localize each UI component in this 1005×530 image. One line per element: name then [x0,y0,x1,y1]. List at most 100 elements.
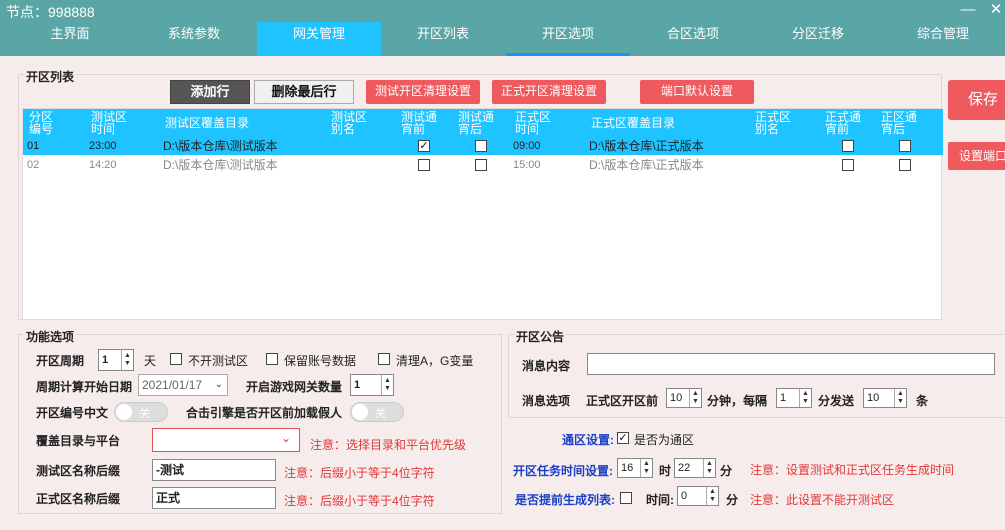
table-row[interactable]: 01 23:00 D:\版本仓库\测试版本 ✓ 09:00 D:\版本仓库\正式… [23,137,943,155]
cycle-stepper[interactable]: 1 [98,346,134,374]
tab-zone-options[interactable]: 开区选项 [506,22,630,56]
cell-formal-dir[interactable]: D:\版本仓库\正式版本 [589,137,704,155]
col-test-alias: 测试区 别名 [331,110,368,136]
add-row-button[interactable]: 添加行 [170,80,250,104]
tab-system-params[interactable]: 系统参数 [132,22,256,56]
message-options-label: 消息选项 [522,394,571,408]
task-time-warning: 注意：设置测试和正式区任务生成时间 [750,463,955,477]
minimize-icon[interactable]: — [960,0,976,20]
hour-unit: 时 [659,464,672,478]
port-default-button[interactable]: 端口默认设置 [640,80,754,104]
cell-test-dir[interactable]: D:\版本仓库\测试版本 [163,137,278,155]
tongqu-label: 通区设置: [562,433,614,447]
keep-account-label: 保留账号数据 [284,354,357,368]
pregen-minute-stepper[interactable]: 0 [677,483,719,509]
formal-after-checkbox[interactable] [899,140,911,152]
minute-every-label: 分钟，每隔 [707,394,768,408]
cell-formal-time[interactable]: 15:00 [513,156,541,174]
test-after-checkbox[interactable] [475,140,487,152]
col-formal-alias: 正式区 别名 [755,110,792,136]
notice-title: 开区公告 [514,328,567,345]
fake-player-label: 合击引擎是否开区前加载假人 [186,406,343,420]
task-hour-stepper[interactable]: 16 [617,455,653,481]
set-port-button[interactable]: 设置端口 [948,142,1005,170]
tab-zone-migrate[interactable]: 分区迁移 [756,22,880,56]
zone-cn-toggle[interactable]: 关 [114,402,168,422]
col-formal-after: 正区通 宵后 [881,110,918,136]
task-time-label: 开区任务时间设置: [513,464,613,478]
cell-formal-dir[interactable]: D:\版本仓库\正式版本 [589,156,704,174]
chevron-down-icon: ⌄ [280,431,291,445]
tab-merge-options[interactable]: 合区选项 [631,22,755,56]
before-open-stepper[interactable]: 10 [666,385,702,411]
formal-suffix-label: 正式区名称后缀 [36,492,121,506]
minute-send-label: 分发送 [818,394,855,408]
gateway-count-label: 开启游戏网关数量 [246,380,343,394]
test-suffix-warning: 注意：后缀小于等于4位字符 [284,466,435,480]
title-bar: 节点：998888 — ✕ 主界面 系统参数 网关管理 开区列表 开区选项 合区… [0,0,1005,56]
clear-ag-checkbox[interactable] [378,353,390,365]
table-row[interactable]: 02 14:20 D:\版本仓库\测试版本 15:00 D:\版本仓库\正式版本 [23,156,943,174]
cell-zone-no: 01 [27,140,40,152]
col-formal-time: 正式区 时间 [515,110,552,136]
task-minute-stepper[interactable]: 22 [674,455,716,481]
start-date-label: 周期计算开始日期 [36,380,133,394]
keep-account-checkbox[interactable] [266,353,278,365]
formal-after-checkbox[interactable] [899,159,911,171]
before-open-label: 正式区开区前 [586,394,659,408]
chevron-down-icon: ⌄ [214,379,223,390]
cell-test-time[interactable]: 14:20 [89,156,117,174]
zone-cn-label: 开区编号中文 [36,406,109,420]
tab-gateway[interactable]: 网关管理 [257,22,381,56]
every-stepper[interactable]: 1 [776,385,812,411]
function-options-title: 功能选项 [24,328,77,345]
fake-player-toggle[interactable]: 关 [350,402,404,422]
close-icon[interactable]: ✕ [988,0,1004,20]
pregen-minute-unit: 分 [726,493,739,507]
message-content-label: 消息内容 [522,359,571,373]
cell-zone-no: 02 [27,159,40,171]
cycle-unit: 天 [144,354,157,368]
tongqu-text: 是否为通区 [634,433,695,447]
tab-general[interactable]: 综合管理 [881,22,1005,56]
cell-test-time[interactable]: 23:00 [89,137,117,155]
cover-dir-warning: 注意：选择目录和平台优先级 [310,438,467,452]
cover-dir-select[interactable]: ⌄ [152,428,300,452]
no-test-label: 不开测试区 [188,354,249,368]
col-test-before: 测试通 宵前 [401,110,438,136]
test-before-checkbox[interactable] [418,159,430,171]
test-clean-settings-button[interactable]: 测试开区清理设置 [366,80,480,104]
col-test-dir: 测试区覆盖目录 [165,116,250,130]
no-test-checkbox[interactable] [170,353,182,365]
message-content-input[interactable] [587,353,995,375]
gateway-count-stepper[interactable]: 1 [350,371,394,399]
formal-before-checkbox[interactable] [842,140,854,152]
grid-header: 分区 编号 测试区 时间 测试区覆盖目录 测试区 别名 测试通 宵前 测试通 宵后 正式区… [23,109,943,137]
col-test-time: 测试区 时间 [91,110,128,136]
tab-main[interactable]: 主界面 [8,22,132,56]
pregen-checkbox[interactable] [620,492,632,504]
start-date-picker[interactable]: 2021/01/17 ⌄ [138,374,228,396]
test-suffix-input[interactable]: -测试 [152,459,276,481]
formal-suffix-input[interactable]: 正式 [152,487,276,509]
pregen-warning: 注意：此设置不能开测试区 [750,493,895,507]
save-button[interactable]: 保存 [948,80,1005,120]
pregen-time-label: 时间: [646,493,674,507]
zone-list-title: 开区列表 [24,68,77,85]
send-count-stepper[interactable]: 10 [863,385,907,411]
cell-test-dir[interactable]: D:\版本仓库\测试版本 [163,156,278,174]
test-after-checkbox[interactable] [475,159,487,171]
tongqu-checkbox[interactable]: ✓ [617,432,629,444]
clear-ag-label: 清理A，G变量 [396,354,474,368]
tab-zone-list[interactable]: 开区列表 [381,22,505,56]
delete-last-row-button[interactable]: 删除最后行 [254,80,354,104]
pregen-label: 是否提前生成列表: [515,493,615,507]
col-formal-before: 正式通 宵前 [825,110,862,136]
cell-formal-time[interactable]: 09:00 [513,137,541,155]
main-nav: 主界面 系统参数 网关管理 开区列表 开区选项 合区选项 分区迁移 综合管理 [0,22,1005,56]
formal-clean-settings-button[interactable]: 正式开区清理设置 [492,80,606,104]
cover-dir-label: 覆盖目录与平台 [36,434,121,448]
test-before-checkbox[interactable]: ✓ [418,140,430,152]
formal-before-checkbox[interactable] [842,159,854,171]
col-zone-no: 分区 编号 [29,110,54,136]
